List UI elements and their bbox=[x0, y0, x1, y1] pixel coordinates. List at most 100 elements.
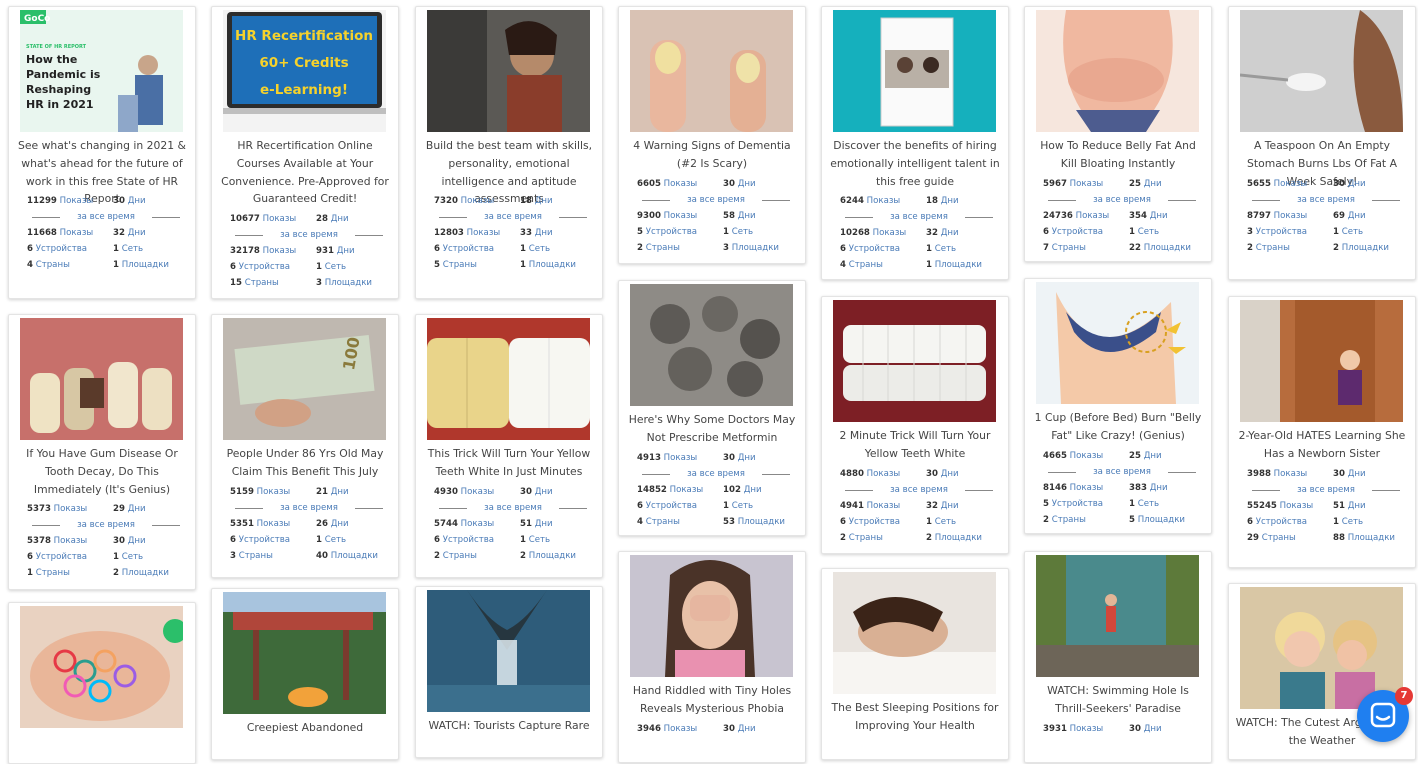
yellow-white-teeth-image[interactable] bbox=[427, 318, 590, 440]
ad-card[interactable]: 4 Warning Signs of Dementia (#2 Is Scary… bbox=[618, 6, 806, 264]
belly-fat-image[interactable] bbox=[1036, 10, 1199, 132]
ad-card[interactable]: If You Have Gum Disease Or Tooth Decay, … bbox=[8, 314, 196, 590]
all-time-separator: за все время bbox=[1247, 192, 1405, 208]
impressions-label: Показы bbox=[872, 228, 907, 239]
stats-row-countries: 2 Страны 2 Площадки bbox=[840, 530, 998, 546]
devices-label: Устройства bbox=[1255, 516, 1308, 527]
ad-card[interactable]: Build the best team with skills, persona… bbox=[415, 6, 603, 299]
ad-card[interactable]: HR Recertification 60+ Credits e-Learning!… bbox=[211, 6, 399, 299]
fingernails-image[interactable] bbox=[630, 10, 793, 132]
dollar-bill-image[interactable]: 100 bbox=[223, 318, 386, 440]
ad-card[interactable] bbox=[8, 602, 196, 764]
toddler-door-image[interactable] bbox=[1240, 300, 1403, 422]
rubber-bands-image[interactable] bbox=[20, 606, 183, 728]
ad-title[interactable]: This Trick Will Turn Your Yellow Teeth W… bbox=[422, 445, 596, 481]
networks-value: 1 bbox=[1333, 226, 1339, 237]
networks-value: 1 bbox=[113, 552, 119, 563]
devices-label: Устройства bbox=[1051, 498, 1104, 509]
stats-row-recent: 5655 Показы 30 Дни bbox=[1247, 176, 1405, 192]
guide-book-image[interactable] bbox=[833, 10, 996, 132]
ad-title[interactable]: Hand Riddled with Tiny Holes Reveals Mys… bbox=[625, 682, 799, 718]
ad-stats: 5655 Показы 30 Дни за все время 8797 Показ… bbox=[1247, 176, 1405, 256]
countries-label: Страны bbox=[1051, 242, 1086, 253]
stats-row-countries: 29 Страны 88 Площадки bbox=[1247, 530, 1405, 546]
ad-title[interactable]: People Under 86 Yrs Old May Claim This B… bbox=[218, 445, 392, 481]
ad-stats: 6605 Показы 30 Дни за все время 9300 Показ… bbox=[637, 176, 795, 256]
ad-card[interactable]: This Trick Will Turn Your Yellow Teeth W… bbox=[415, 314, 603, 578]
days-label: Дни bbox=[737, 178, 756, 189]
impressions-value: 3988 bbox=[1247, 468, 1271, 479]
ad-card[interactable]: GoCo STATE OF HR REPORT How the Pandemic is… bbox=[8, 6, 196, 299]
ad-title[interactable]: Creepiest Abandoned bbox=[218, 719, 392, 737]
ad-card[interactable]: 2 Minute Trick Will Turn Your Yellow Tee… bbox=[821, 296, 1009, 554]
impressions-total-value: 24736 bbox=[1043, 210, 1073, 221]
ad-card[interactable]: 2-Year-Old HATES Learning She Has a Newb… bbox=[1228, 296, 1416, 568]
impressions-total-value: 5378 bbox=[27, 536, 51, 547]
hr-report-image[interactable]: GoCo STATE OF HR REPORT How the Pandemic is… bbox=[20, 10, 183, 132]
ad-card[interactable]: Hand Riddled with Tiny Holes Reveals Mys… bbox=[618, 551, 806, 763]
ad-title[interactable]: 1 Cup (Before Bed) Burn "Belly Fat" Like… bbox=[1031, 409, 1205, 445]
impressions-label: Показы bbox=[256, 486, 291, 497]
countries-value: 4 bbox=[637, 516, 643, 527]
impressions-label: Показы bbox=[1069, 450, 1104, 461]
ad-card[interactable]: A Teaspoon On An Empty Stomach Burns Lbs… bbox=[1228, 6, 1416, 280]
ad-stats: 4880 Показы 30 Дни за все время 4941 Показ… bbox=[840, 466, 998, 546]
ad-title[interactable]: How To Reduce Belly Fat And Kill Bloatin… bbox=[1031, 137, 1205, 173]
ad-title[interactable]: WATCH: Swimming Hole Is Thrill-Seekers' … bbox=[1031, 682, 1205, 718]
networks-value: 1 bbox=[1129, 498, 1135, 509]
impressions-total-value: 9300 bbox=[637, 210, 661, 221]
ad-title[interactable]: The Best Sleeping Positions for Improvin… bbox=[828, 699, 1002, 735]
ad-title[interactable]: 4 Warning Signs of Dementia (#2 Is Scary… bbox=[625, 137, 799, 173]
teeth-decay-image[interactable] bbox=[20, 318, 183, 440]
white-teeth-image[interactable] bbox=[833, 300, 996, 422]
ad-card[interactable]: WATCH: Swimming Hole Is Thrill-Seekers' … bbox=[1024, 551, 1212, 763]
days-label: Дни bbox=[127, 536, 146, 547]
devices-value: 6 bbox=[1247, 516, 1253, 527]
ad-card[interactable]: The Best Sleeping Positions for Improvin… bbox=[821, 568, 1009, 760]
all-time-separator: за все время bbox=[1247, 482, 1405, 498]
days-total-value: 32 bbox=[113, 228, 125, 239]
countries-value: 1 bbox=[27, 568, 33, 579]
laptop-image[interactable]: HR Recertification 60+ Credits e-Learning! bbox=[223, 10, 386, 132]
countries-value: 4 bbox=[840, 260, 846, 271]
days-value: 21 bbox=[316, 486, 328, 497]
stats-row-devices: 3 Устройства 1 Сеть bbox=[1247, 224, 1405, 240]
countries-label: Страны bbox=[238, 550, 273, 561]
ad-card[interactable]: Here's Why Some Doctors May Not Prescrib… bbox=[618, 280, 806, 536]
sleeping-woman-image[interactable] bbox=[833, 572, 996, 694]
teaspoon-image[interactable] bbox=[1240, 10, 1403, 132]
stats-row-total: 14852 Показы 102 Дни bbox=[637, 482, 795, 498]
ad-title[interactable]: HR Recertification Online Courses Availa… bbox=[218, 137, 392, 208]
days-label: Дни bbox=[743, 484, 762, 495]
ad-stats: 3988 Показы 30 Дни за все время 55245 Пока… bbox=[1247, 466, 1405, 546]
ad-title[interactable]: If You Have Gum Disease Or Tooth Decay, … bbox=[15, 445, 189, 498]
ad-card[interactable]: How To Reduce Belly Fat And Kill Bloatin… bbox=[1024, 6, 1212, 262]
countries-label: Страны bbox=[1261, 532, 1296, 543]
hip-arrows-image[interactable] bbox=[1036, 282, 1199, 404]
woman-glasses-image-svg bbox=[427, 10, 590, 132]
days-label: Дни bbox=[534, 486, 553, 497]
whale-tail-image[interactable] bbox=[427, 590, 590, 712]
countries-label: Страны bbox=[645, 242, 680, 253]
abandoned-park-image[interactable] bbox=[223, 592, 386, 714]
ad-title[interactable]: WATCH: Tourists Capture Rare bbox=[422, 717, 596, 735]
ad-card[interactable]: WATCH: Tourists Capture Rare bbox=[415, 586, 603, 758]
ad-card[interactable]: Discover the benefits of hiring emotiona… bbox=[821, 6, 1009, 280]
scared-woman-image[interactable] bbox=[630, 555, 793, 677]
days-label: Дни bbox=[940, 468, 959, 479]
swimming-hole-image[interactable] bbox=[1036, 555, 1199, 677]
ad-title[interactable]: 2-Year-Old HATES Learning She Has a Newb… bbox=[1235, 427, 1409, 463]
grey-nuts-image[interactable] bbox=[630, 284, 793, 406]
ad-card[interactable]: 100 People Under 86 Yrs Old May Claim Thi… bbox=[211, 314, 399, 578]
impressions-label: Показы bbox=[460, 518, 495, 529]
ad-card[interactable]: 1 Cup (Before Bed) Burn "Belly Fat" Like… bbox=[1024, 278, 1212, 534]
ad-title[interactable]: Here's Why Some Doctors May Not Prescrib… bbox=[625, 411, 799, 447]
ad-title[interactable]: 2 Minute Trick Will Turn Your Yellow Tee… bbox=[828, 427, 1002, 463]
impressions-label: Показы bbox=[663, 178, 698, 189]
ad-card[interactable]: Creepiest Abandoned bbox=[211, 588, 399, 760]
impressions-label: Показы bbox=[460, 486, 495, 497]
woman-glasses-image[interactable] bbox=[427, 10, 590, 132]
all-time-separator: за все время bbox=[637, 466, 795, 482]
ad-title[interactable]: Discover the benefits of hiring emotiona… bbox=[828, 137, 1002, 190]
countries-value: 2 bbox=[637, 242, 643, 253]
